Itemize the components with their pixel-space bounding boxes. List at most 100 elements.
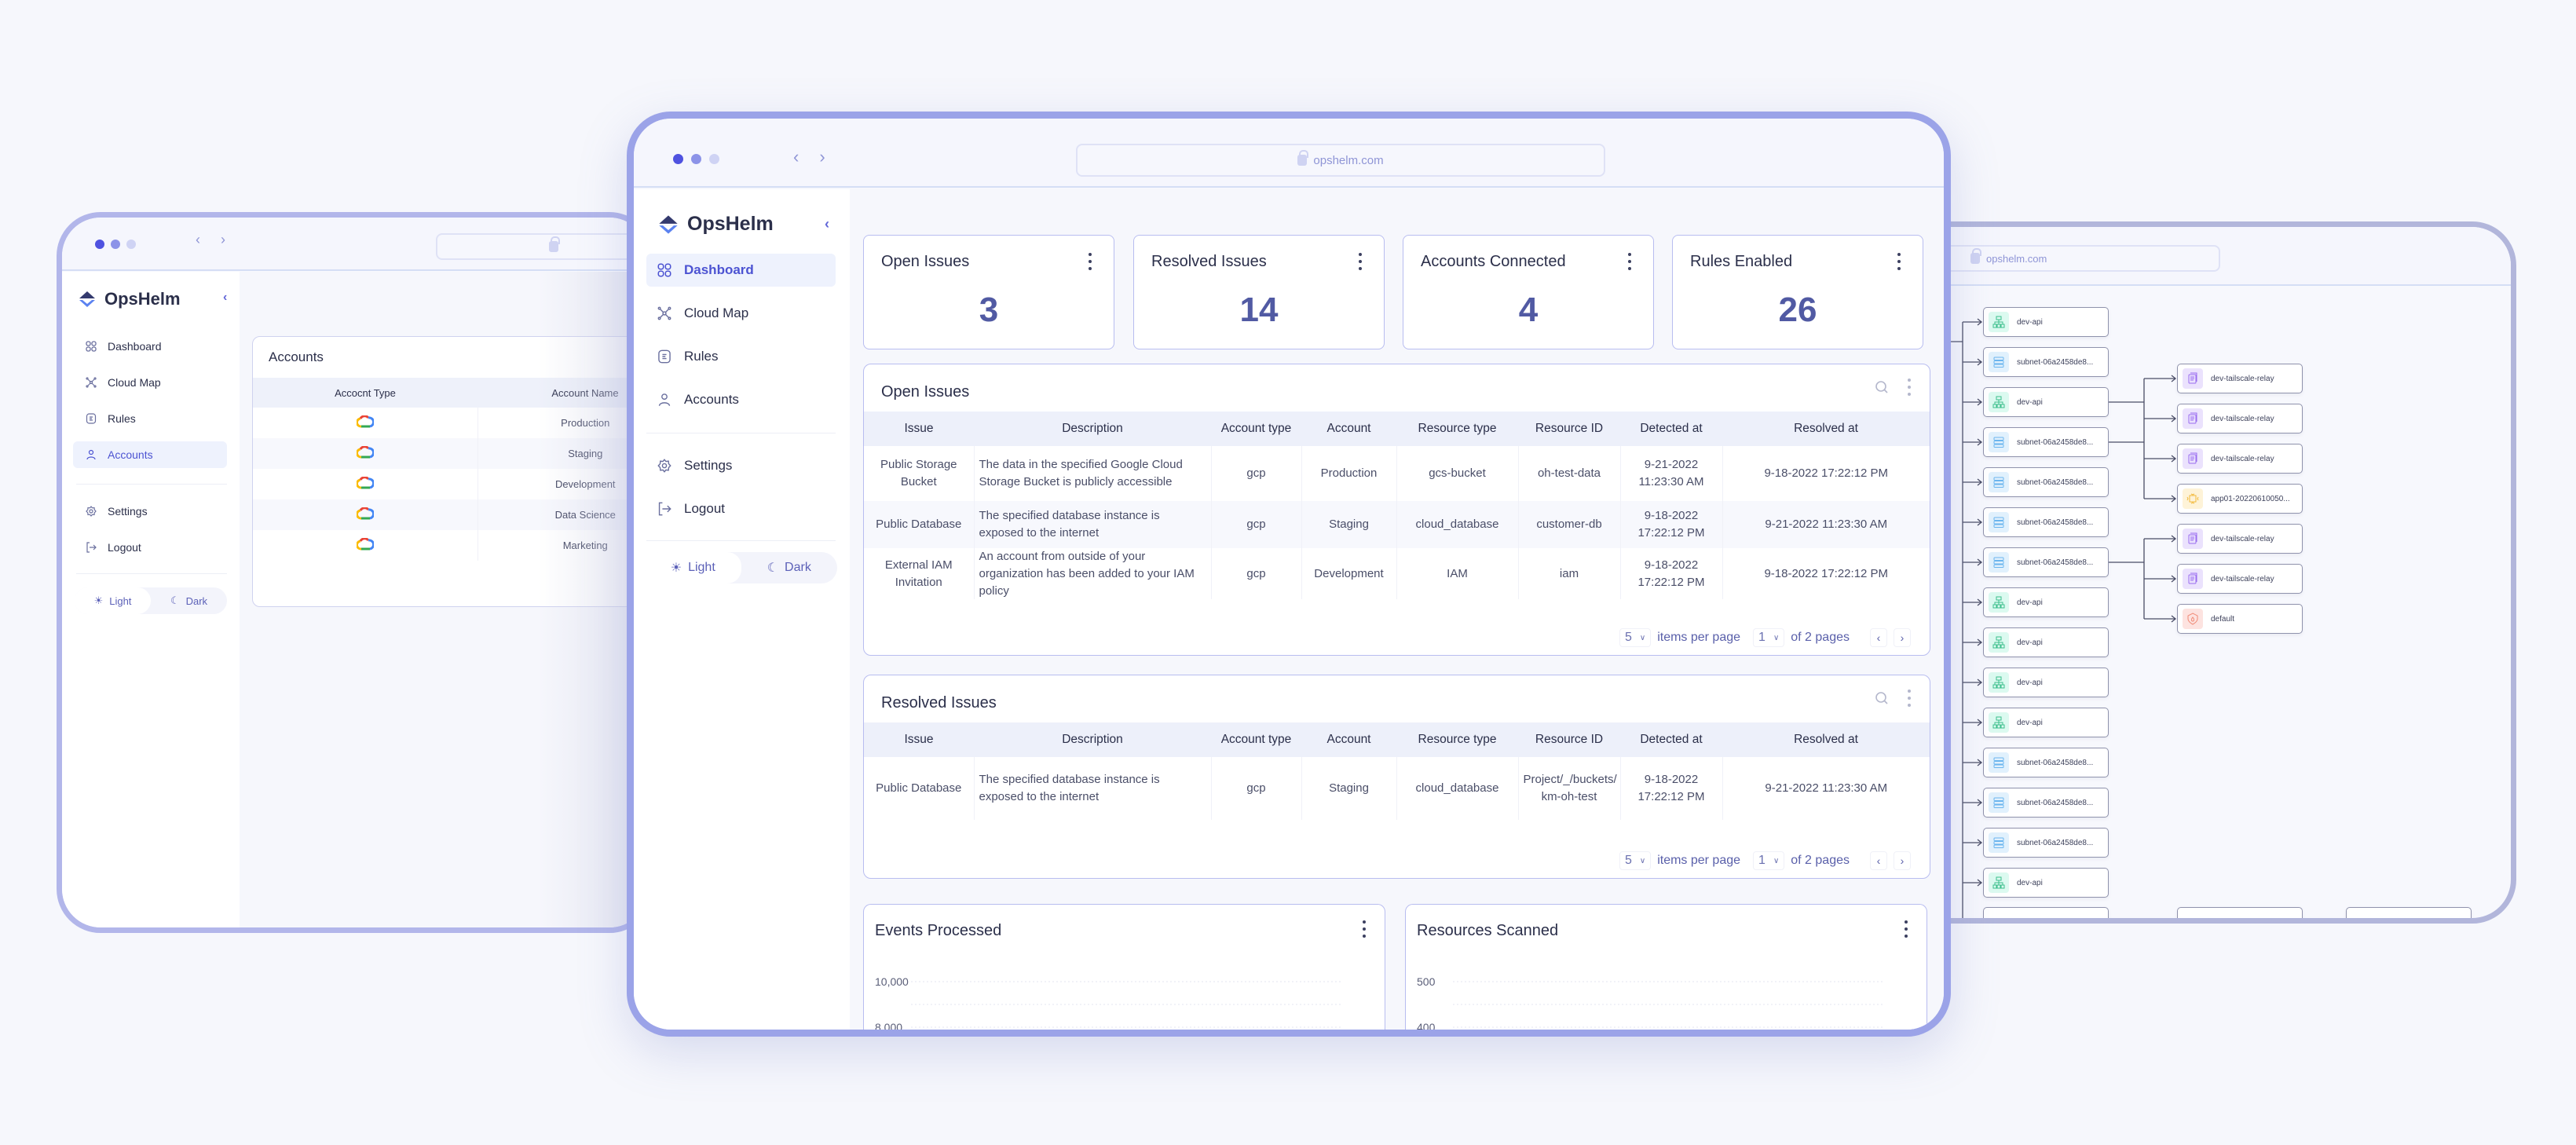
forward-arrow-icon[interactable]: › (221, 232, 225, 248)
resource-node[interactable]: dev-tailscale-relay (2177, 524, 2303, 554)
sidebar-item-dashboard[interactable]: Dashboard (73, 333, 227, 360)
url-bar[interactable]: opshelm.com (1937, 245, 2220, 272)
resource-node[interactable]: dev-tailscale-relay (2177, 364, 2303, 393)
sidebar-item-logout[interactable]: Logout (646, 492, 836, 525)
resource-node[interactable]: subnet-06a2458de8... (1983, 467, 2109, 497)
resource-node[interactable]: subnet-06a2458de8... (1983, 748, 2109, 777)
next-page-button[interactable]: › (1894, 628, 1911, 647)
resource-node[interactable] (2177, 907, 2303, 918)
sidebar-item-cloud-map[interactable]: Cloud Map (73, 369, 227, 396)
theme-dark-option[interactable]: ☾ Dark (151, 587, 227, 614)
sidebar-item-accounts[interactable]: Accounts (73, 441, 227, 468)
table-row[interactable]: Production (253, 408, 648, 438)
resource-node[interactable] (2346, 907, 2472, 918)
url-bar[interactable]: opshelm.com (1076, 144, 1605, 177)
resource-node[interactable]: dev-tailscale-relay (2177, 404, 2303, 433)
column-header[interactable]: Detected at (1620, 412, 1722, 446)
resource-node[interactable]: subnet-06a2458de8... (1983, 427, 2109, 457)
collapse-sidebar-icon[interactable]: ‹ (223, 291, 227, 305)
prev-page-button[interactable]: ‹ (1870, 851, 1887, 870)
column-header[interactable]: Account type (1211, 722, 1301, 757)
search-icon[interactable] (1875, 691, 1889, 705)
resource-node[interactable]: dev-api (1983, 627, 2109, 657)
sidebar-item-rules[interactable]: Rules (73, 405, 227, 432)
items-per-page-select[interactable]: 5 ∨ (1619, 628, 1652, 647)
search-icon[interactable] (1875, 380, 1889, 394)
column-header[interactable]: Description (974, 722, 1211, 757)
resource-node[interactable]: subnet-06a2458de8... (1983, 347, 2109, 377)
resource-node[interactable]: app01-20220610050... (2177, 484, 2303, 514)
table-row[interactable]: Public Database The specified database in… (864, 501, 1930, 548)
more-options-icon[interactable] (1089, 253, 1092, 270)
stat-card-rules-enabled[interactable]: Rules Enabled 26 (1672, 235, 1923, 349)
back-arrow-icon[interactable]: ‹ (793, 147, 799, 167)
table-row[interactable]: Data Science (253, 499, 648, 530)
resource-node[interactable]: subnet-06a2458de8... (1983, 507, 2109, 537)
more-options-icon[interactable] (1359, 253, 1362, 270)
resource-node[interactable]: dev-api (1983, 307, 2109, 337)
column-header[interactable]: Accocnt Type (253, 378, 478, 408)
column-header[interactable]: Issue (864, 412, 974, 446)
column-header[interactable]: Resource type (1396, 722, 1518, 757)
column-header[interactable]: Resolved at (1722, 412, 1930, 446)
page-select[interactable]: 1 ∨ (1753, 851, 1785, 870)
resource-node[interactable]: dev-api (1983, 387, 2109, 417)
column-header[interactable]: Resource ID (1518, 412, 1620, 446)
resource-node[interactable]: dev-api (1983, 868, 2109, 898)
column-header[interactable]: Account (1301, 412, 1396, 446)
resource-node[interactable]: dev-tailscale-relay (2177, 564, 2303, 594)
minimize-dot[interactable] (691, 154, 701, 164)
stat-card-open-issues[interactable]: Open Issues 3 (863, 235, 1114, 349)
sidebar-item-cloud-map[interactable]: Cloud Map (646, 297, 836, 330)
forward-arrow-icon[interactable]: › (819, 147, 825, 167)
table-row[interactable]: Public Storage Bucket The data in the spe… (864, 446, 1930, 501)
column-header[interactable]: Account type (1211, 412, 1301, 446)
resource-node[interactable]: default (2177, 604, 2303, 634)
resource-node[interactable]: subnet-06a2458de8... (1983, 547, 2109, 577)
more-options-icon[interactable] (1908, 690, 1911, 707)
sidebar-item-settings[interactable]: Settings (73, 498, 227, 525)
resource-node[interactable]: subnet-06a2458de8... (1983, 828, 2109, 858)
page-select[interactable]: 1 ∨ (1753, 628, 1785, 647)
prev-page-button[interactable]: ‹ (1870, 628, 1887, 647)
stat-card-resolved-issues[interactable]: Resolved Issues 14 (1133, 235, 1385, 349)
more-options-icon[interactable] (1908, 379, 1911, 396)
theme-toggle[interactable]: ☀ Light ☾ Dark (645, 552, 837, 583)
sidebar-item-settings[interactable]: Settings (646, 449, 836, 482)
maximize-dot[interactable] (709, 154, 719, 164)
resource-node[interactable]: dev-tailscale-relay (2177, 444, 2303, 474)
theme-light-option[interactable]: ☀ Light (645, 552, 741, 583)
more-options-icon[interactable] (1628, 253, 1631, 270)
column-header[interactable]: Detected at (1620, 722, 1722, 757)
sidebar-item-rules[interactable]: Rules (646, 340, 836, 373)
minimize-dot[interactable] (111, 240, 120, 249)
theme-dark-option[interactable]: ☾ Dark (741, 552, 838, 583)
maximize-dot[interactable] (126, 240, 136, 249)
table-row[interactable]: Development (253, 469, 648, 499)
close-dot[interactable] (95, 240, 104, 249)
items-per-page-select[interactable]: 5 ∨ (1619, 851, 1652, 870)
next-page-button[interactable]: › (1894, 851, 1911, 870)
column-header[interactable]: Resource ID (1518, 722, 1620, 757)
resource-node[interactable]: dev-api (1983, 587, 2109, 617)
sidebar-item-dashboard[interactable]: Dashboard (646, 254, 836, 287)
table-row[interactable]: Marketing (253, 530, 648, 561)
resource-node[interactable]: dev-api (1983, 708, 2109, 737)
theme-light-option[interactable]: ☀ Light (75, 587, 151, 614)
table-row[interactable]: External IAM Invitation An account from o… (864, 548, 1930, 600)
table-row[interactable]: Public Database The specified database in… (864, 757, 1930, 820)
sidebar-item-logout[interactable]: Logout (73, 534, 227, 561)
resource-node[interactable] (1983, 907, 2109, 918)
sidebar-item-accounts[interactable]: Accounts (646, 383, 836, 416)
back-arrow-icon[interactable]: ‹ (196, 232, 200, 248)
close-dot[interactable] (673, 154, 683, 164)
theme-toggle[interactable]: ☀ Light ☾ Dark (75, 587, 227, 614)
resource-node[interactable]: dev-api (1983, 668, 2109, 697)
more-options-icon[interactable] (1897, 253, 1901, 270)
stat-card-accounts-connected[interactable]: Accounts Connected 4 (1403, 235, 1654, 349)
table-row[interactable]: Staging (253, 438, 648, 469)
column-header[interactable]: Account (1301, 722, 1396, 757)
column-header[interactable]: Resource type (1396, 412, 1518, 446)
column-header[interactable]: Resolved at (1722, 722, 1930, 757)
column-header[interactable]: Description (974, 412, 1211, 446)
